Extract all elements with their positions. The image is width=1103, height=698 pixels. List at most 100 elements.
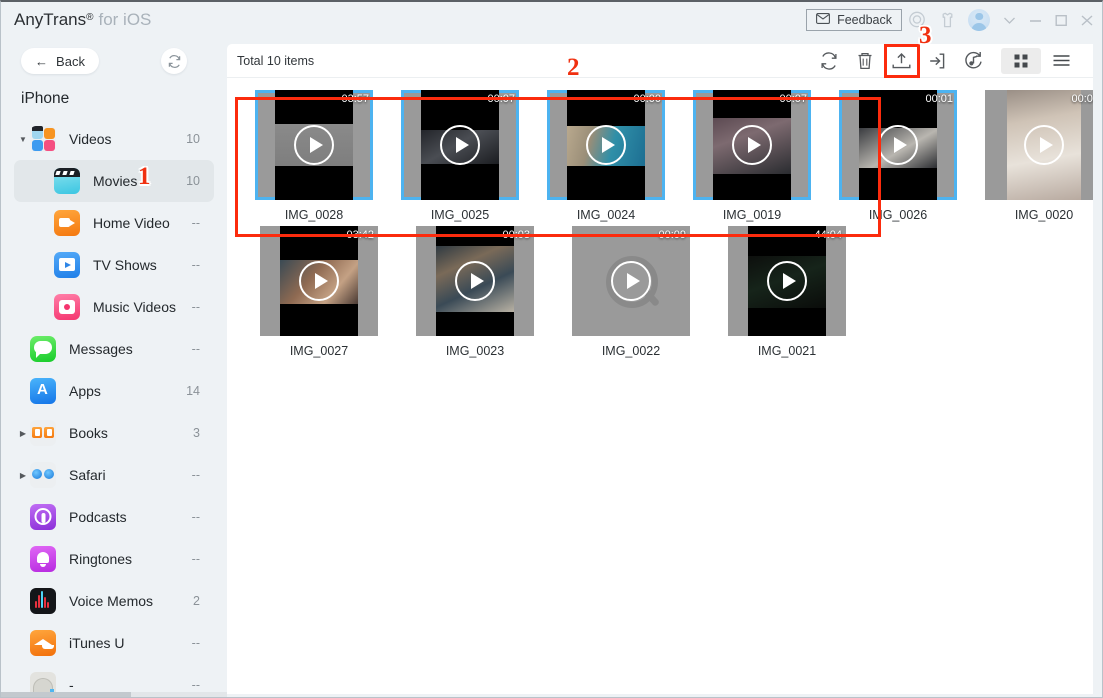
- refresh-icon[interactable]: [811, 46, 847, 76]
- feedback-button[interactable]: Feedback: [806, 9, 902, 31]
- tree-spacer: ▸: [16, 261, 30, 270]
- import-to-device-icon[interactable]: [919, 46, 955, 76]
- video-thumbnail[interactable]: 00:08: [985, 90, 1093, 200]
- video-item[interactable]: 00:07 IMG_0019: [693, 90, 811, 222]
- tshirt-icon[interactable]: [932, 6, 962, 34]
- video-duration: 00:08: [1071, 93, 1093, 105]
- sidebar-nav-list: ▼Videos10▸Movies110▸Home Video--▸TV Show…: [1, 118, 227, 697]
- sidebar-item-music-videos[interactable]: ▸ Music Videos --: [14, 286, 214, 328]
- play-icon[interactable]: [586, 125, 626, 165]
- play-icon[interactable]: [440, 125, 480, 165]
- chevron-right-icon[interactable]: ▶: [16, 471, 30, 480]
- video-thumbnail[interactable]: 00:01: [839, 90, 957, 200]
- content-toolbar: [811, 44, 1093, 78]
- video-thumbnail[interactable]: 00:07: [693, 90, 811, 200]
- chevron-down-icon[interactable]: ▼: [16, 135, 30, 144]
- total-items-label: Total 10 items: [237, 53, 315, 68]
- sidebar-item-count: --: [191, 258, 200, 272]
- sidebar-item-home-video[interactable]: ▸ Home Video --: [14, 202, 214, 244]
- video-thumbnail[interactable]: 00:03: [416, 226, 534, 336]
- play-icon[interactable]: [294, 125, 334, 165]
- video-item[interactable]: 00:03 IMG_0023: [411, 226, 539, 358]
- video-thumbnail[interactable]: 00:09: [572, 226, 690, 336]
- sidebar-item-label: Music Videos: [93, 299, 177, 315]
- movies-icon: [54, 168, 80, 194]
- video-item[interactable]: 00:09 IMG_0022: [567, 226, 695, 358]
- export-to-computer-icon[interactable]: [883, 44, 920, 78]
- video-item[interactable]: 00:08 IMG_0020: [985, 90, 1093, 222]
- minimize-button[interactable]: [1022, 5, 1048, 35]
- video-name: IMG_0024: [576, 208, 636, 222]
- music-videos-icon: [54, 294, 80, 320]
- sidebar-item-label: Messages: [69, 341, 133, 357]
- sidebar-item-count: --: [191, 510, 200, 524]
- back-button[interactable]: ← Back: [21, 48, 99, 74]
- play-icon[interactable]: [611, 261, 651, 301]
- sidebar-item-videos[interactable]: ▼ Videos 10: [14, 118, 214, 160]
- video-name: IMG_0022: [601, 344, 661, 358]
- tree-spacer: ▸: [16, 639, 30, 648]
- sidebar-item-apps[interactable]: ▸ Apps 14: [14, 370, 214, 412]
- video-item[interactable]: 44:04 IMG_0021: [723, 226, 851, 358]
- play-icon[interactable]: [878, 125, 918, 165]
- play-icon[interactable]: [1024, 125, 1064, 165]
- video-duration: 00:07: [487, 93, 515, 105]
- voice-memos-icon: [30, 588, 56, 614]
- user-avatar-icon: [968, 9, 990, 31]
- chevron-right-icon[interactable]: ▶: [16, 429, 30, 438]
- sidebar-item-itunes-u[interactable]: ▸ iTunes U --: [14, 622, 214, 664]
- video-item[interactable]: 03:57 IMG_0028: [255, 90, 373, 222]
- sidebar-item-label: TV Shows: [93, 257, 157, 273]
- video-thumbnail[interactable]: 03:57: [255, 90, 373, 200]
- sidebar-item-tv-shows[interactable]: ▸ TV Shows --: [14, 244, 214, 286]
- play-icon[interactable]: [767, 261, 807, 301]
- grid-view-icon[interactable]: [1001, 47, 1041, 74]
- tree-spacer: ▸: [16, 177, 30, 186]
- sidebar-item-label: iTunes U: [69, 635, 125, 651]
- play-icon[interactable]: [732, 125, 772, 165]
- video-thumbnail[interactable]: 00:07: [401, 90, 519, 200]
- video-thumbnail[interactable]: 03:42: [260, 226, 378, 336]
- video-duration: 00:09: [658, 229, 686, 241]
- home-video-icon: [54, 210, 80, 236]
- close-button[interactable]: [1074, 5, 1100, 35]
- sidebar-item-ringtones[interactable]: ▸ Ringtones --: [14, 538, 214, 580]
- sidebar-item-safari[interactable]: ▶ Safari --: [14, 454, 214, 496]
- sidebar-item-movies[interactable]: ▸Movies110: [14, 160, 214, 202]
- sidebar-item-label: Voice Memos: [69, 593, 154, 609]
- tree-spacer: ▸: [16, 681, 30, 690]
- sidebar-item-label: Videos: [69, 131, 112, 147]
- sidebar-item-messages[interactable]: ▸ Messages --: [14, 328, 214, 370]
- back-label: Back: [56, 53, 85, 69]
- tree-spacer: ▸: [16, 555, 30, 564]
- avatar[interactable]: [962, 6, 996, 34]
- video-item[interactable]: 03:42 IMG_0027: [255, 226, 383, 358]
- play-icon[interactable]: [299, 261, 339, 301]
- video-name: IMG_0027: [289, 344, 349, 358]
- video-name: IMG_0019: [722, 208, 782, 222]
- itunes-u-icon: [30, 630, 56, 656]
- sidebar-item-count: 14: [186, 384, 200, 398]
- sidebar-item-label: Safari: [69, 467, 106, 483]
- video-item[interactable]: 00:00 IMG_0024: [547, 90, 665, 222]
- video-item[interactable]: 00:01 IMG_0026: [839, 90, 957, 222]
- video-thumbnail[interactable]: 00:00: [547, 90, 665, 200]
- video-thumbnail[interactable]: 44:04: [728, 226, 846, 336]
- list-view-icon[interactable]: [1041, 48, 1081, 74]
- trash-icon[interactable]: [847, 46, 883, 76]
- sidebar-item-books[interactable]: ▶ Books 3: [14, 412, 214, 454]
- sidebar-scrollbar[interactable]: [1, 692, 227, 697]
- video-duration: 00:07: [779, 93, 807, 105]
- tree-spacer: ▸: [16, 303, 30, 312]
- minimize-to-tray-button[interactable]: [996, 5, 1022, 35]
- add-to-itunes-icon[interactable]: [955, 46, 991, 76]
- sidebar-item-voice-memos[interactable]: ▸ Voice Memos 2: [14, 580, 214, 622]
- video-item[interactable]: 00:07 IMG_0025: [401, 90, 519, 222]
- sidebar-item-podcasts[interactable]: ▸ Podcasts --: [14, 496, 214, 538]
- play-icon[interactable]: [455, 261, 495, 301]
- sidebar-item-label: Podcasts: [69, 509, 127, 525]
- maximize-button[interactable]: [1048, 5, 1074, 35]
- videos-icon: [30, 126, 56, 152]
- books-icon: [30, 420, 56, 446]
- sidebar-refresh-button[interactable]: [161, 48, 187, 74]
